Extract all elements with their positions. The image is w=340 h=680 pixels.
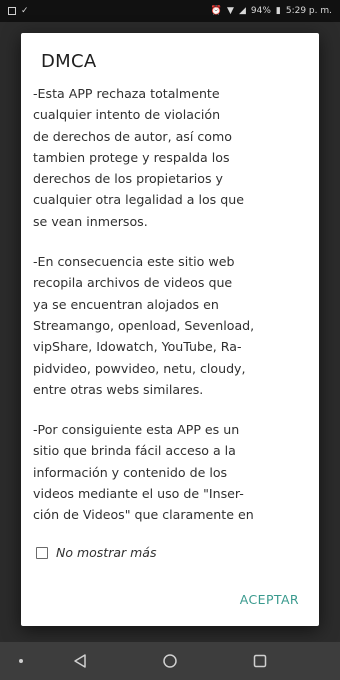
dialog-paragraph: -En consecuencia este sitio web recopila… [33, 254, 255, 397]
accept-button[interactable]: ACEPTAR [240, 592, 299, 607]
notification-icon [8, 7, 16, 15]
download-done-icon: ✓ [21, 6, 29, 16]
status-left-icons: ✓ [8, 6, 29, 16]
wifi-icon: ▼ [227, 6, 234, 16]
navigation-bar [0, 642, 340, 680]
dialog-body[interactable]: -Esta APP rechaza totalmente cualquier i… [33, 83, 315, 557]
status-right-icons: ⏰ ▼ ◢ 94% ▮ 5:29 p. m. [211, 6, 332, 16]
battery-icon: ▮ [275, 6, 281, 16]
home-icon[interactable] [162, 653, 178, 669]
dialog-paragraph: -Esta APP rechaza totalmente cualquier i… [33, 86, 244, 229]
alarm-icon: ⏰ [210, 6, 223, 16]
nav-indicator-dot [19, 659, 23, 663]
dont-show-again-label: No mostrar más [56, 545, 157, 560]
dialog-paragraph: -Por consiguiente esta APP es un sitio q… [33, 422, 254, 523]
dont-show-again-row[interactable]: No mostrar más [36, 545, 156, 560]
status-time: 5:29 p. m. [285, 6, 332, 16]
battery-percent: 94% [250, 6, 271, 16]
dont-show-again-checkbox[interactable] [36, 546, 48, 559]
signal-icon: ◢ [238, 6, 246, 16]
dialog-title: DMCA [41, 51, 97, 72]
back-icon[interactable] [72, 653, 88, 669]
status-bar: ✓ ⏰ ▼ ◢ 94% ▮ 5:29 p. m. [0, 0, 340, 22]
recents-icon[interactable] [252, 653, 268, 669]
dmca-dialog: DMCA -Esta APP rechaza totalmente cualqu… [21, 33, 319, 626]
